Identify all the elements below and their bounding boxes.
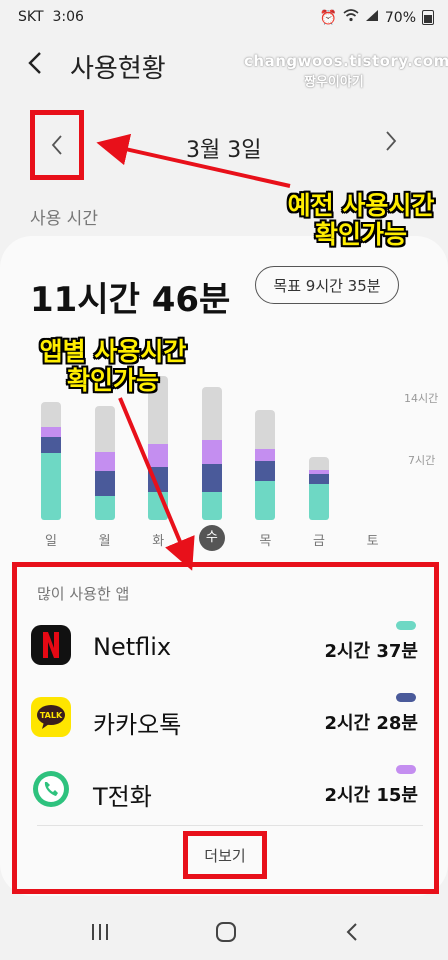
bar-segment bbox=[309, 483, 329, 520]
bar-segment bbox=[94, 470, 115, 496]
back-icon bbox=[346, 923, 357, 941]
total-usage-time: 11시간 46분 bbox=[30, 280, 231, 320]
recent-apps-button[interactable] bbox=[80, 916, 120, 948]
bar-segment bbox=[148, 444, 169, 467]
bar-segment bbox=[94, 495, 115, 520]
signal-icon bbox=[365, 9, 379, 26]
day-label[interactable]: 목 bbox=[252, 530, 278, 549]
navigation-bar bbox=[0, 904, 448, 960]
chevron-left-icon bbox=[28, 52, 41, 74]
app-row-netflix[interactable]: Netflix 2시간 37분 bbox=[17, 609, 434, 681]
date-navigation: 3월 3일 bbox=[0, 110, 448, 180]
wifi-icon bbox=[343, 9, 359, 26]
battery-icon bbox=[422, 10, 434, 25]
phone-icon bbox=[31, 769, 71, 809]
bar-segment bbox=[309, 457, 329, 471]
bar-segment bbox=[148, 466, 169, 493]
kakaotalk-icon: TALK bbox=[31, 697, 71, 737]
callout-apps: 앱별 사용시간 확인가능 bbox=[8, 337, 218, 396]
callout-date-line1: 예전 사용시간 bbox=[287, 191, 435, 220]
bar-segment bbox=[41, 452, 61, 520]
bar-segment bbox=[201, 464, 222, 492]
clock: 3:06 bbox=[52, 9, 84, 25]
status-bar: SKT 3:06 ⏰ 70% bbox=[0, 0, 448, 34]
watermark-name: 짱우이야기 bbox=[304, 75, 364, 90]
callout-apps-line1: 앱별 사용시간 bbox=[39, 337, 187, 366]
chart-bar[interactable] bbox=[94, 406, 115, 520]
app-row-tphone[interactable]: T전화 2시간 15분 bbox=[17, 753, 434, 825]
app-color-swatch bbox=[396, 621, 416, 630]
usage-chart: 14시간 7시간 일 월 화 수 목 금 토 bbox=[0, 375, 448, 560]
bar-segment bbox=[41, 436, 61, 453]
bar-segment bbox=[255, 449, 276, 461]
bar-segment bbox=[255, 460, 276, 482]
divider bbox=[37, 825, 423, 826]
bar-segment bbox=[41, 427, 61, 437]
day-label[interactable]: 금 bbox=[306, 530, 332, 549]
callout-apps-line2: 확인가능 bbox=[66, 365, 159, 395]
more-button[interactable]: 더보기 bbox=[183, 831, 267, 879]
battery-percent: 70% bbox=[384, 9, 416, 26]
previous-date-button[interactable] bbox=[30, 110, 84, 180]
chevron-right-icon bbox=[386, 131, 397, 151]
bar-segment bbox=[148, 492, 169, 520]
gridline-label-14h: 14시간 bbox=[404, 392, 439, 405]
back-nav-button[interactable] bbox=[332, 916, 372, 948]
home-icon bbox=[216, 922, 236, 942]
day-label[interactable]: 일 bbox=[38, 530, 64, 549]
day-label[interactable]: 월 bbox=[92, 530, 118, 549]
goal-button[interactable]: 목표 9시간 35분 bbox=[255, 266, 399, 304]
app-color-swatch bbox=[396, 693, 416, 702]
watermark-url: changwoos.tistory.com bbox=[244, 52, 448, 70]
app-row-kakaotalk[interactable]: TALK 카카오톡 2시간 28분 bbox=[17, 681, 434, 753]
app-name: T전화 bbox=[93, 783, 152, 811]
recent-apps-icon bbox=[92, 924, 108, 940]
next-date-button[interactable] bbox=[384, 130, 398, 158]
chart-bar[interactable] bbox=[41, 402, 61, 520]
page-title: 사용현황 bbox=[70, 54, 166, 84]
chart-bar[interactable] bbox=[201, 386, 222, 520]
callout-date: 예전 사용시간 확인가능 bbox=[276, 191, 446, 250]
section-label: 사용 시간 bbox=[30, 209, 98, 229]
bar-segment bbox=[94, 406, 115, 453]
alarm-icon: ⏰ bbox=[319, 9, 337, 26]
netflix-icon bbox=[31, 625, 71, 665]
app-name: 카카오톡 bbox=[93, 711, 182, 739]
chart-bar[interactable] bbox=[255, 409, 276, 520]
app-color-swatch bbox=[396, 765, 416, 774]
date-label: 3월 3일 bbox=[186, 138, 262, 163]
app-time: 2시간 37분 bbox=[324, 641, 418, 662]
carrier: SKT bbox=[18, 9, 44, 25]
bar-segment bbox=[201, 491, 222, 520]
status-right: ⏰ 70% bbox=[319, 9, 434, 26]
bar-segment bbox=[94, 452, 115, 471]
bar-segment bbox=[309, 474, 329, 484]
day-label[interactable]: 토 bbox=[360, 530, 386, 549]
day-label[interactable]: 화 bbox=[145, 530, 171, 549]
home-button[interactable] bbox=[206, 916, 246, 948]
gridline-label-7h: 7시간 bbox=[408, 454, 436, 467]
bar-segment bbox=[201, 440, 222, 465]
status-left: SKT 3:06 bbox=[18, 9, 84, 25]
chart-bar[interactable] bbox=[309, 457, 329, 520]
top-apps-header: 많이 사용한 앱 bbox=[37, 585, 130, 603]
app-name: Netflix bbox=[93, 633, 172, 661]
chart-bar[interactable] bbox=[148, 375, 169, 520]
day-label[interactable]: 수 bbox=[198, 525, 225, 551]
back-button[interactable] bbox=[24, 50, 54, 80]
app-time: 2시간 28분 bbox=[324, 713, 418, 734]
svg-text:TALK: TALK bbox=[40, 711, 63, 720]
callout-date-line2: 확인가능 bbox=[314, 219, 407, 249]
bar-segment bbox=[255, 481, 276, 520]
bar-segment bbox=[255, 409, 276, 450]
chevron-left-icon bbox=[51, 135, 62, 155]
app-time: 2시간 15분 bbox=[324, 785, 418, 806]
bar-segment bbox=[41, 402, 61, 428]
top-apps-section: 많이 사용한 앱 Netflix 2시간 37분 TALK 카카오톡 2시간 2… bbox=[12, 562, 439, 894]
header: 사용현황 changwoos.tistory.com 짱우이야기 bbox=[0, 38, 448, 94]
